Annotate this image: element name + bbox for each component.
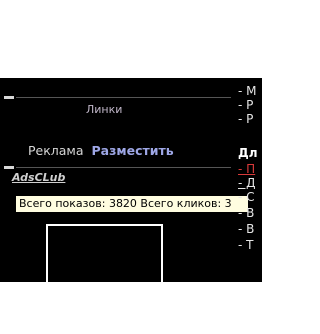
right-menu-item[interactable]: - Д bbox=[238, 176, 256, 190]
right-menu-item[interactable]: - M bbox=[238, 84, 257, 98]
header-marker-icon bbox=[4, 96, 14, 99]
ad-row: Реклама Разместить bbox=[28, 143, 174, 158]
ad-banner-frame[interactable] bbox=[46, 224, 163, 282]
right-menu-item[interactable]: - Р bbox=[238, 98, 253, 112]
tooltip: Всего показов: 3820 Всего кликов: 3 bbox=[15, 195, 249, 213]
ad-label: Реклама bbox=[28, 143, 84, 158]
right-section-heading: Дл bbox=[238, 146, 258, 160]
right-menu-item[interactable]: - Т bbox=[238, 238, 253, 252]
place-ad-link[interactable]: Разместить bbox=[92, 143, 174, 158]
right-menu-item[interactable]: - В bbox=[238, 222, 254, 236]
header-divider bbox=[16, 97, 231, 98]
ads-panel: Линки Реклама Разместить AdsCLub Всего п… bbox=[0, 78, 262, 282]
section-divider bbox=[16, 167, 231, 168]
right-menu-item[interactable]: - Р bbox=[238, 112, 253, 126]
right-menu-item[interactable]: - П bbox=[238, 162, 255, 176]
panel-title: Линки bbox=[86, 103, 123, 116]
adsclub-link[interactable]: AdsCLub bbox=[12, 171, 65, 184]
right-menu-item[interactable]: - В bbox=[238, 206, 254, 220]
right-column: - M - Р - Р Дл - П - Д - С - В - В - Т bbox=[238, 78, 262, 282]
right-menu-item[interactable]: - С bbox=[238, 190, 255, 204]
section-marker-icon bbox=[4, 166, 14, 169]
